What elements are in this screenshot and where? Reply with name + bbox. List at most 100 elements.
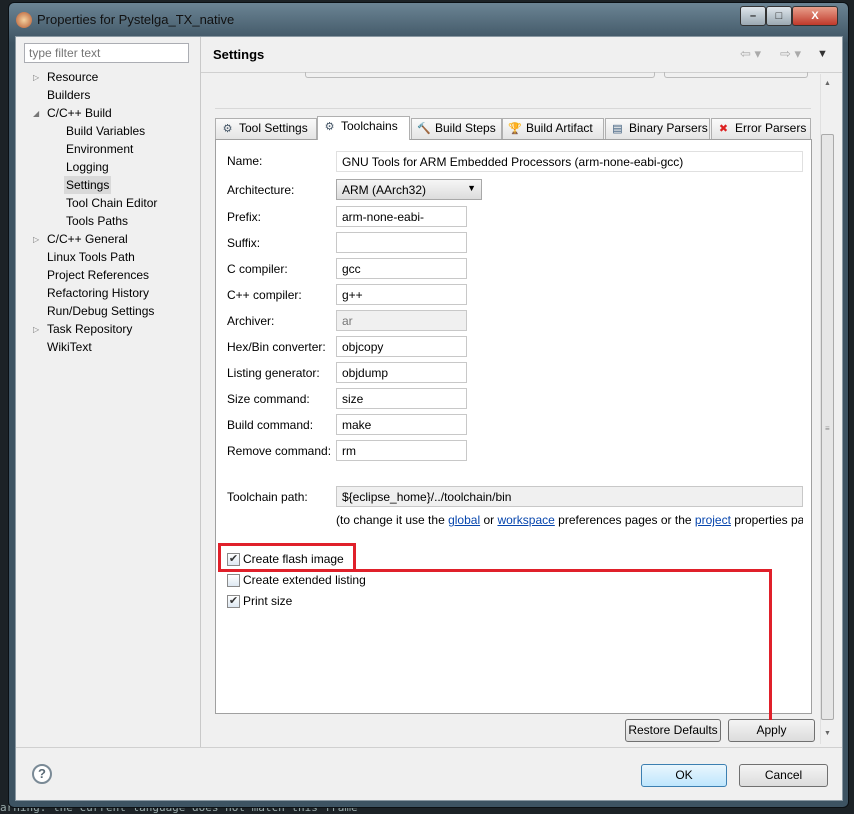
expand-icon[interactable]: ▷ bbox=[33, 235, 39, 244]
filter-input[interactable] bbox=[24, 43, 189, 63]
tree-item[interactable]: Run/Debug Settings bbox=[45, 302, 156, 320]
tree-item[interactable]: Project References bbox=[45, 266, 151, 284]
expand-icon[interactable]: ▷ bbox=[33, 325, 39, 334]
tree-item[interactable]: Resource bbox=[45, 68, 100, 86]
create-extended-listing-checkbox[interactable] bbox=[227, 574, 240, 587]
prefix-input[interactable]: arm-none-eabi- bbox=[336, 206, 467, 227]
config-field-partial bbox=[305, 72, 655, 78]
restore-defaults-button[interactable]: Restore Defaults bbox=[625, 719, 721, 742]
tree-item[interactable]: Linux Tools Path bbox=[45, 248, 137, 266]
prefix-label: Prefix: bbox=[227, 210, 262, 224]
tree-item[interactable]: Build Variables bbox=[64, 122, 147, 140]
annotation-line-horizontal bbox=[355, 569, 772, 572]
help-icon[interactable]: ? bbox=[32, 764, 52, 784]
size-command-label: Size command: bbox=[227, 392, 310, 406]
tab-label: Tool Settings bbox=[239, 121, 308, 135]
remove-command-label: Remove command: bbox=[227, 444, 332, 458]
archiver-label: Archiver: bbox=[227, 314, 275, 328]
minimize-button[interactable]: – bbox=[740, 6, 766, 26]
tab-error-parsers[interactable]: ✖ Error Parsers bbox=[711, 118, 811, 139]
tab-label: Build Artifact bbox=[526, 121, 593, 135]
tab-label: Binary Parsers bbox=[629, 121, 708, 135]
view-menu-icon[interactable]: ▼ bbox=[817, 48, 828, 60]
hex-bin-converter-label: Hex/Bin converter: bbox=[227, 340, 326, 354]
forward-icon[interactable]: ⇨ ▾ bbox=[780, 46, 801, 62]
section-divider bbox=[215, 108, 811, 109]
close-button[interactable]: X bbox=[792, 6, 838, 26]
window-title: Properties for Pystelga_TX_native bbox=[37, 12, 235, 27]
tree-item[interactable]: Logging bbox=[64, 158, 111, 176]
tab-label: Toolchains bbox=[341, 119, 398, 133]
apply-button[interactable]: Apply bbox=[728, 719, 815, 742]
print-size-checkbox[interactable]: ✔ bbox=[227, 595, 240, 608]
note-text: or bbox=[480, 513, 498, 527]
binary-parsers-icon: ▤ bbox=[612, 123, 623, 135]
tool-settings-icon: ⚙ bbox=[222, 123, 233, 135]
note-text: preferences pages or the bbox=[554, 513, 695, 527]
tab-build-artifact[interactable]: 🏆 Build Artifact bbox=[502, 118, 604, 139]
size-command-input[interactable]: size bbox=[336, 388, 467, 409]
architecture-value: ARM (AArch32) bbox=[342, 183, 427, 197]
page-title: Settings bbox=[213, 47, 265, 62]
tree-item[interactable]: Task Repository bbox=[45, 320, 134, 338]
tree-item[interactable]: Builders bbox=[45, 86, 92, 104]
scroll-up-icon[interactable]: ▲ bbox=[824, 80, 831, 87]
chevron-down-icon: ▼ bbox=[467, 183, 476, 193]
c-compiler-input[interactable]: g++ bbox=[336, 284, 467, 305]
expand-icon[interactable]: ▷ bbox=[33, 73, 39, 82]
suffix-input[interactable] bbox=[336, 232, 467, 253]
global-link[interactable]: global bbox=[448, 513, 480, 527]
build-steps-icon: 🔨 bbox=[417, 123, 431, 135]
remove-command-input[interactable]: rm bbox=[336, 440, 467, 461]
name-field: GNU Tools for ARM Embedded Processors (a… bbox=[336, 151, 803, 172]
collapse-icon[interactable]: ◢ bbox=[33, 109, 39, 118]
scroll-grip-icon: ≡ bbox=[825, 424, 830, 433]
note-text: (to change it use the bbox=[336, 513, 449, 527]
workspace-link[interactable]: workspace bbox=[497, 513, 554, 527]
cancel-button[interactable]: Cancel bbox=[739, 764, 828, 787]
footer-divider bbox=[16, 747, 842, 748]
annotation-line-vertical bbox=[769, 569, 772, 720]
app-icon bbox=[16, 12, 32, 28]
error-parsers-icon: ✖ bbox=[718, 123, 729, 135]
tree-item[interactable]: C/C++ Build bbox=[45, 104, 114, 122]
toolchain-path-label: Toolchain path: bbox=[227, 490, 308, 504]
tab-build-steps[interactable]: 🔨 Build Steps bbox=[411, 118, 502, 139]
suffix-label: Suffix: bbox=[227, 236, 261, 250]
toolchain-path-field: ${eclipse_home}/../toolchain/bin bbox=[336, 486, 803, 507]
c-compiler-label: C++ compiler: bbox=[227, 288, 302, 302]
tree-item[interactable]: Refactoring History bbox=[45, 284, 151, 302]
build-command-label: Build command: bbox=[227, 418, 314, 432]
listing-generator-input[interactable]: objdump bbox=[336, 362, 467, 383]
architecture-select[interactable]: ARM (AArch32) ▼ bbox=[336, 179, 482, 200]
tab-binary-parsers[interactable]: ▤ Binary Parsers bbox=[605, 118, 710, 139]
project-link[interactable]: project bbox=[695, 513, 731, 527]
back-icon[interactable]: ⇦ ▾ bbox=[740, 46, 761, 62]
architecture-label: Architecture: bbox=[227, 183, 295, 197]
c-compiler-input[interactable]: gcc bbox=[336, 258, 467, 279]
scroll-down-icon[interactable]: ▼ bbox=[824, 730, 831, 737]
create-extended-listing-label[interactable]: Create extended listing bbox=[243, 573, 366, 587]
tab-label: Build Steps bbox=[435, 121, 496, 135]
archiver-input: ar bbox=[336, 310, 467, 331]
tree-item[interactable]: WikiText bbox=[45, 338, 94, 356]
tree-item[interactable]: Environment bbox=[64, 140, 135, 158]
tree-item[interactable]: Tools Paths bbox=[64, 212, 130, 230]
name-label: Name: bbox=[227, 154, 263, 168]
tab-toolchains[interactable]: ⚙ Toolchains bbox=[317, 116, 410, 140]
tree-item[interactable]: Settings bbox=[64, 176, 112, 194]
tree-item[interactable]: C/C++ General bbox=[45, 230, 130, 248]
ok-button[interactable]: OK bbox=[641, 764, 727, 787]
build-artifact-icon: 🏆 bbox=[508, 123, 522, 135]
toolchains-icon: ⚙ bbox=[324, 121, 335, 133]
print-size-label[interactable]: Print size bbox=[243, 594, 292, 608]
tab-label: Error Parsers bbox=[735, 121, 807, 135]
tab-tool-settings[interactable]: ⚙ Tool Settings bbox=[215, 118, 317, 139]
annotation-highlight-box bbox=[218, 543, 356, 572]
tree-item[interactable]: Tool Chain Editor bbox=[64, 194, 159, 212]
note-text: properties pag bbox=[730, 513, 803, 527]
maximize-button[interactable]: □ bbox=[766, 6, 792, 26]
hex-bin-converter-input[interactable]: objcopy bbox=[336, 336, 467, 357]
c-compiler-label: C compiler: bbox=[227, 262, 288, 276]
build-command-input[interactable]: make bbox=[336, 414, 467, 435]
